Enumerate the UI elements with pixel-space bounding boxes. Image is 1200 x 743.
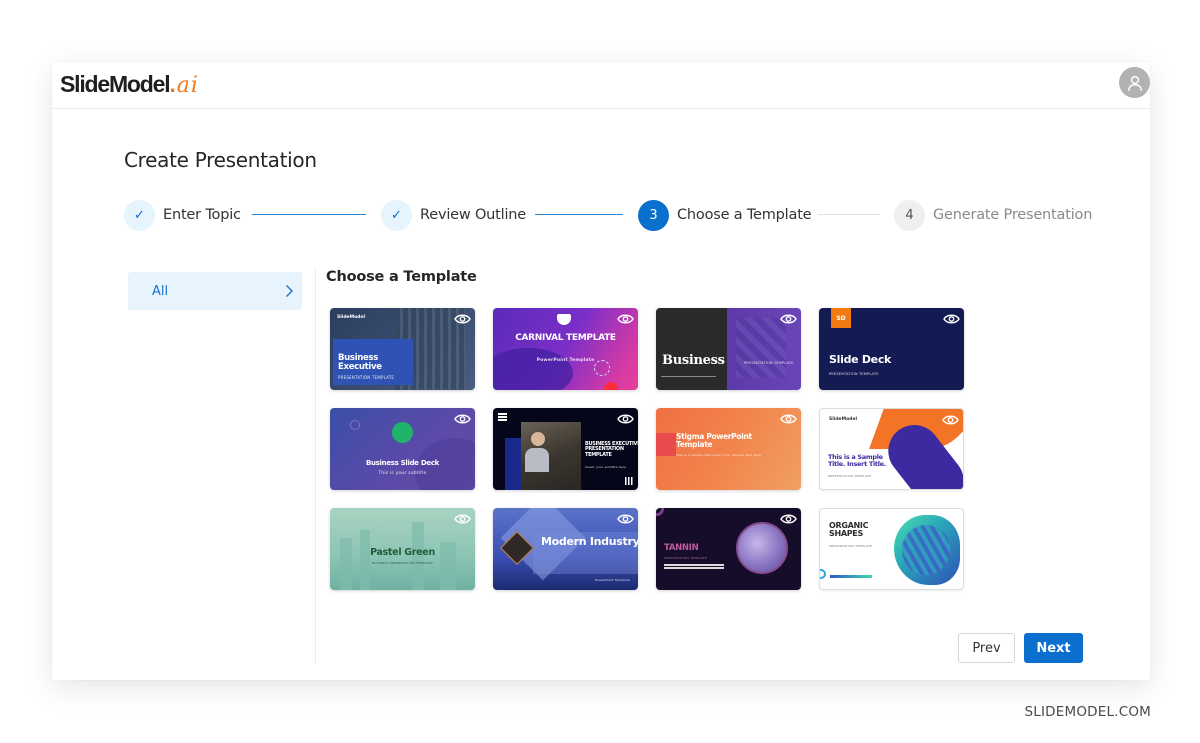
- eye-icon[interactable]: [780, 413, 797, 425]
- template-card-business-executive[interactable]: SlideModel Business Executive PRESENTATI…: [330, 308, 475, 390]
- template-grid: SlideModel Business Executive PRESENTATI…: [330, 308, 970, 590]
- vertical-divider: [315, 267, 316, 664]
- template-subtitle: BUSINESS PRESENTATION TEMPLATE: [372, 561, 433, 565]
- eye-icon[interactable]: [780, 513, 797, 525]
- eye-icon[interactable]: [617, 413, 634, 425]
- eye-icon[interactable]: [454, 313, 471, 325]
- step-enter-topic[interactable]: ✓ Enter Topic: [124, 199, 241, 231]
- template-badge-text: SD: [836, 314, 846, 322]
- step-number-badge: 4: [894, 199, 925, 231]
- check-icon: ✓: [124, 199, 155, 231]
- eye-icon[interactable]: [454, 513, 471, 525]
- template-subtitle: PRESENTATION TEMPLATE: [829, 544, 873, 548]
- step-label: Generate Presentation: [933, 207, 1093, 223]
- chevron-right-icon: [286, 285, 293, 297]
- section-title: Choose a Template: [326, 269, 477, 285]
- page-title: Create Presentation: [124, 148, 317, 172]
- template-title: TANNIN: [664, 543, 699, 553]
- template-card-organic-shapes[interactable]: ORGANIC SHAPES PRESENTATION TEMPLATE: [819, 508, 964, 590]
- template-card-tannin[interactable]: TANNIN PRESENTATION TEMPLATE: [656, 508, 801, 590]
- template-title: CARNIVAL TEMPLATE: [515, 333, 616, 343]
- template-title: Business: [662, 353, 725, 368]
- step-label: Choose a Template: [677, 207, 812, 223]
- template-card-business[interactable]: Business PRESENTATION TEMPLATE: [656, 308, 801, 390]
- next-button[interactable]: Next: [1024, 633, 1083, 663]
- template-subtitle: PRESENTATION TEMPLATE: [828, 474, 872, 478]
- template-card-business-slide-deck[interactable]: Business Slide Deck This is your subtitl…: [330, 408, 475, 490]
- template-badge: SD: [831, 308, 851, 328]
- step-generate-presentation[interactable]: 4 Generate Presentation: [894, 199, 1092, 231]
- step-number-badge: 3: [638, 199, 669, 231]
- eye-icon[interactable]: [943, 313, 960, 325]
- eye-icon[interactable]: [780, 313, 797, 325]
- step-connector: [818, 214, 880, 215]
- template-subtitle: This is your subtitle: [378, 471, 427, 476]
- template-card-modern-industry[interactable]: Modern Industry PowerPoint Template: [493, 508, 638, 590]
- watermark: SLIDEMODEL.COM: [1024, 704, 1151, 720]
- template-title: This is a Sample Title. Insert Title.: [828, 453, 886, 468]
- prev-button[interactable]: Prev: [958, 633, 1015, 663]
- template-card-carnival[interactable]: CARNIVAL TEMPLATE PowerPoint Template: [493, 308, 638, 390]
- app-window: SlideModel. ai Create Presentation ✓ Ente…: [52, 62, 1150, 680]
- user-avatar-button[interactable]: [1119, 67, 1150, 98]
- logo-ai-suffix: ai: [176, 73, 199, 98]
- template-title: Pastel Green: [370, 547, 435, 558]
- template-title: Modern Industry: [541, 535, 638, 548]
- brand-mini-logo: SlideModel: [337, 315, 365, 320]
- template-subtitle: PRESENTATION TEMPLATE: [829, 372, 879, 376]
- template-card-business-executive-presentation[interactable]: BUSINESS EXECUTIVE PRESENTATION TEMPLATE…: [493, 408, 638, 490]
- template-subtitle: PowerPoint Template: [536, 358, 595, 363]
- eye-icon[interactable]: [942, 414, 959, 426]
- template-title: Stigma PowerPoint Template: [676, 432, 752, 449]
- template-card-sample-title[interactable]: SlideModel This is a Sample Title. Inser…: [819, 408, 964, 490]
- eye-icon[interactable]: [454, 413, 471, 425]
- template-subtitle: Insert your subtitle here: [585, 465, 627, 469]
- user-icon: [1127, 75, 1142, 91]
- template-card-stigma[interactable]: Stigma PowerPoint Template This is a sam…: [656, 408, 801, 490]
- template-subtitle: PRESENTATION TEMPLATE: [744, 361, 794, 365]
- template-title: Business Executive: [338, 353, 382, 372]
- brand-mini-logo: SlideModel: [829, 417, 857, 422]
- template-title: Business Slide Deck: [365, 459, 440, 467]
- template-subtitle: PRESENTATION TEMPLATE: [664, 556, 708, 560]
- step-choose-template[interactable]: 3 Choose a Template: [638, 199, 812, 231]
- template-title: Slide Deck: [829, 353, 892, 366]
- template-card-pastel-green[interactable]: Pastel Green BUSINESS PRESENTATION TEMPL…: [330, 508, 475, 590]
- logo-dot: .: [169, 71, 176, 97]
- eye-icon[interactable]: [617, 313, 634, 325]
- template-subtitle: PowerPoint Template: [595, 578, 630, 582]
- step-connector: [535, 214, 623, 215]
- logo[interactable]: SlideModel. ai: [60, 71, 199, 98]
- eye-icon[interactable]: [617, 513, 634, 525]
- sidebar-item-label: All: [152, 283, 169, 299]
- logo-wordmark: SlideModel: [60, 71, 171, 97]
- step-review-outline[interactable]: ✓ Review Outline: [381, 199, 526, 231]
- step-label: Enter Topic: [163, 207, 241, 223]
- progress-stepper: ✓ Enter Topic ✓ Review Outline 3 Choose …: [124, 199, 1094, 231]
- sidebar-item-all[interactable]: All: [128, 272, 302, 310]
- step-label: Review Outline: [420, 207, 526, 223]
- check-icon: ✓: [381, 199, 412, 231]
- template-subtitle: PRESENTATION TEMPLATE: [338, 375, 395, 380]
- top-bar: SlideModel. ai: [52, 62, 1150, 109]
- template-card-slide-deck[interactable]: SD Slide Deck PRESENTATION TEMPLATE: [819, 308, 964, 390]
- template-title: ORGANIC SHAPES: [829, 521, 869, 539]
- template-title: BUSINESS EXECUTIVE PRESENTATION TEMPLATE: [585, 441, 638, 458]
- step-connector: [252, 214, 366, 215]
- template-subtitle: This is a sample text insert your desire…: [676, 453, 762, 457]
